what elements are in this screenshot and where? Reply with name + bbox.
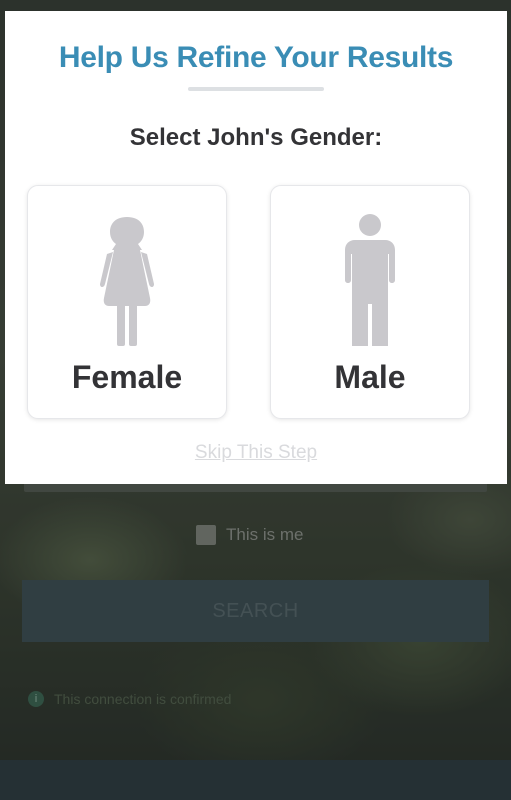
- skip-step-link[interactable]: Skip This Step: [5, 442, 507, 464]
- male-option-card[interactable]: Male: [270, 185, 470, 419]
- female-label: Female: [71, 359, 183, 395]
- male-figure-icon: [345, 214, 395, 346]
- female-figure-icon: [100, 217, 154, 346]
- title-divider: [188, 87, 324, 91]
- modal-title: Help Us Refine Your Results: [58, 41, 454, 74]
- gender-question: Select John's Gender:: [129, 124, 383, 151]
- female-option-card[interactable]: Female: [27, 185, 227, 419]
- male-label: Male: [334, 359, 406, 395]
- gender-modal: Help Us Refine Your Results Select John'…: [5, 11, 507, 484]
